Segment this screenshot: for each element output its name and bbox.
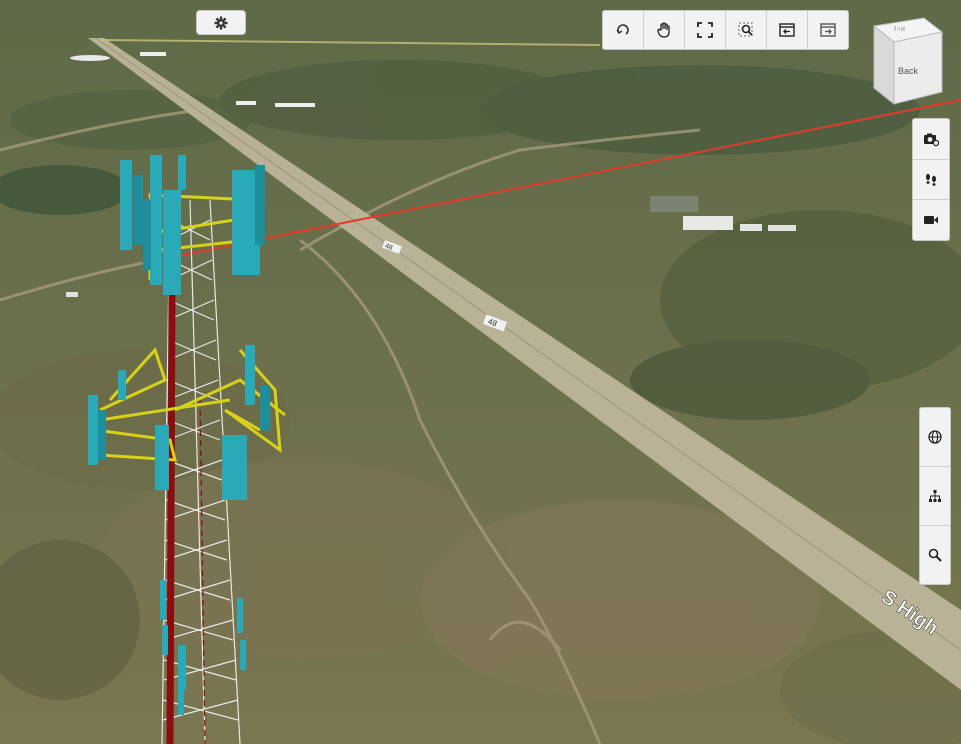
hierarchy-button[interactable] (920, 467, 950, 526)
camera-settings-icon (924, 133, 939, 147)
orbit-button[interactable] (603, 11, 644, 49)
fit-view-icon (697, 22, 713, 38)
nav-cube-face-label: Back (898, 66, 919, 76)
right-tools-bottom (919, 407, 951, 585)
view-toolbar (602, 10, 849, 50)
fit-view-button[interactable] (685, 11, 726, 49)
zoom-window-icon (738, 22, 753, 37)
search-icon (928, 548, 942, 562)
right-tools-top (912, 118, 950, 241)
nav-cube-top-label: ʇ∩ᴎ (894, 26, 905, 33)
search-button[interactable] (920, 526, 950, 584)
settings-button[interactable] (196, 10, 246, 35)
previous-view-button[interactable] (767, 11, 808, 49)
record-button[interactable] (913, 200, 949, 240)
gear-icon (214, 16, 228, 29)
hand-icon (657, 22, 670, 38)
orbit-icon (616, 24, 629, 35)
walk-button[interactable] (913, 160, 949, 201)
video-camera-icon (924, 216, 938, 225)
globe-button[interactable] (920, 408, 950, 467)
zoom-window-button[interactable] (726, 11, 767, 49)
pan-button[interactable] (644, 11, 685, 49)
navigation-cube[interactable] (866, 16, 944, 106)
next-view-button[interactable] (808, 11, 848, 49)
aerial-3d-scene[interactable]: S High 48 48 (0, 0, 961, 744)
screenshot-button[interactable] (913, 119, 949, 160)
hierarchy-icon (929, 490, 941, 502)
footprints-icon (926, 173, 936, 186)
next-view-icon (820, 23, 836, 37)
previous-view-icon (779, 23, 795, 37)
feeder-cable (166, 289, 176, 744)
globe-icon (928, 430, 942, 444)
